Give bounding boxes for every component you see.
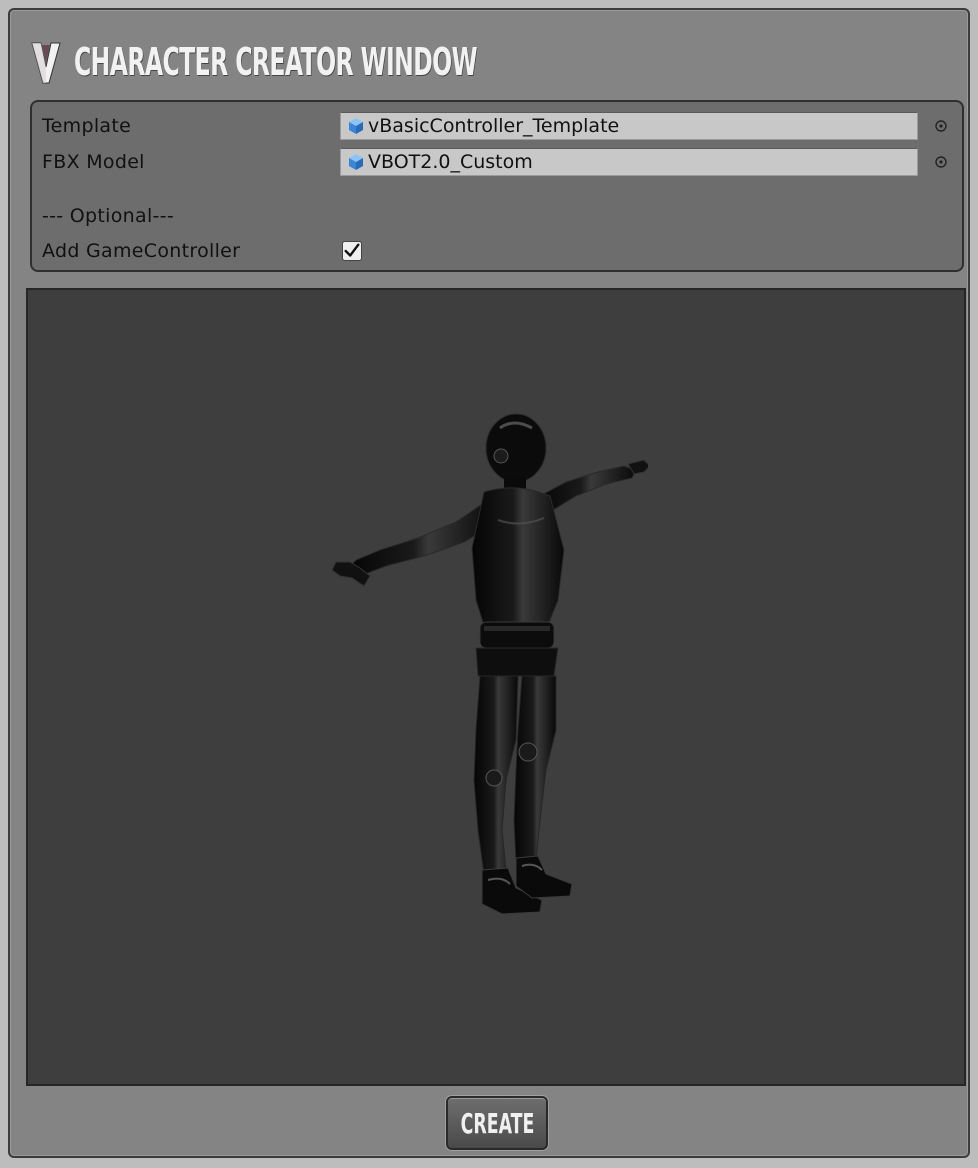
template-object-field[interactable]: vBasicController_Template bbox=[340, 112, 918, 140]
fields-panel: Template vBasicController_Template FBX M… bbox=[30, 100, 964, 272]
fbx-model-object-picker-icon[interactable] bbox=[934, 155, 948, 169]
fbx-model-row: FBX Model bbox=[42, 148, 145, 176]
create-button[interactable]: CREATE bbox=[446, 1096, 548, 1150]
template-label: Template bbox=[42, 115, 132, 137]
template-value: vBasicController_Template bbox=[368, 115, 620, 137]
window-title: CHARACTER CREATOR WINDOW bbox=[74, 40, 478, 84]
invector-logo-icon bbox=[31, 42, 61, 84]
optional-header-label: --- Optional--- bbox=[42, 205, 175, 227]
prefab-cube-icon bbox=[349, 154, 363, 170]
add-game-controller-row: Add GameController bbox=[42, 237, 240, 265]
add-game-controller-checkbox[interactable] bbox=[342, 241, 362, 261]
create-button-label: CREATE bbox=[460, 1106, 534, 1140]
character-preview-viewport[interactable] bbox=[26, 288, 966, 1086]
fbx-model-object-field[interactable]: VBOT2.0_Custom bbox=[340, 148, 918, 176]
fbx-model-value: VBOT2.0_Custom bbox=[368, 151, 533, 173]
optional-section-header: --- Optional--- bbox=[42, 202, 174, 230]
checkmark-icon bbox=[344, 243, 360, 257]
character-model-preview bbox=[331, 413, 648, 915]
window-header: CHARACTER CREATOR WINDOW bbox=[28, 32, 724, 92]
template-object-picker-icon[interactable] bbox=[934, 119, 948, 133]
fbx-model-label: FBX Model bbox=[42, 151, 145, 173]
add-game-controller-label: Add GameController bbox=[42, 240, 241, 262]
template-row: Template bbox=[42, 112, 131, 140]
character-creator-window: CHARACTER CREATOR WINDOW Template vBasic… bbox=[8, 8, 970, 1158]
prefab-cube-icon bbox=[349, 118, 363, 134]
